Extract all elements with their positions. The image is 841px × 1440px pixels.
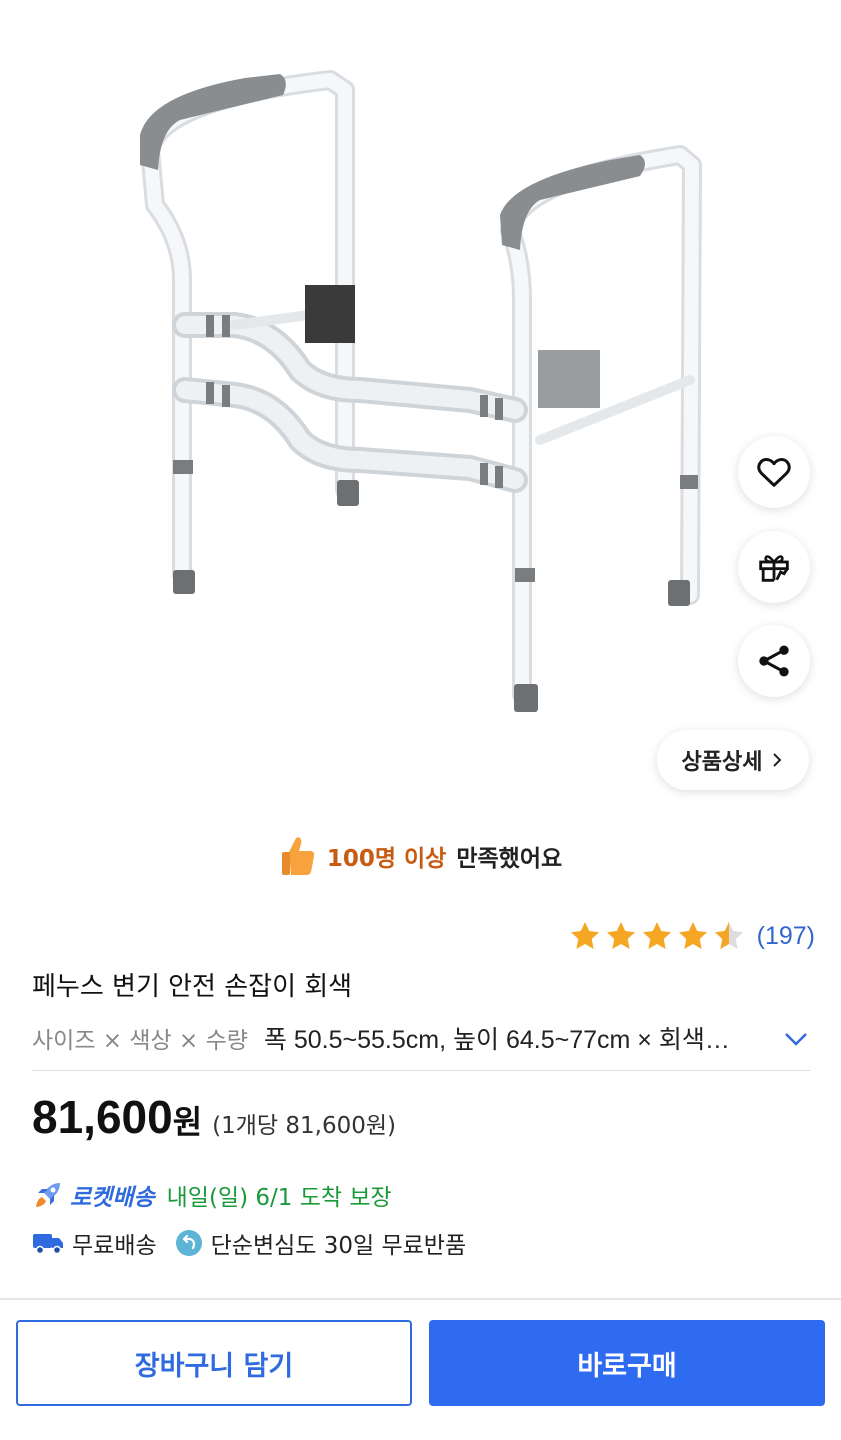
satisfaction-text: 만족했어요 xyxy=(456,846,563,872)
star-icon xyxy=(606,922,635,949)
buy-now-button[interactable]: 바로구매 xyxy=(429,1320,825,1406)
free-shipping-text: 무료배송 xyxy=(72,1233,157,1259)
review-count[interactable]: (197) xyxy=(757,922,815,951)
thumbs-up-icon xyxy=(281,837,315,875)
truck-icon xyxy=(33,1234,63,1255)
star-icon xyxy=(570,922,599,949)
gift-icon xyxy=(759,555,789,582)
rating[interactable]: (197) xyxy=(569,915,815,957)
product-detail-button[interactable]: 상품상세 xyxy=(657,730,809,790)
share-icon xyxy=(759,645,789,677)
star-icon xyxy=(642,922,671,949)
shipping-info-row: 무료배송 단순변심도 30일 무료반품 xyxy=(32,1226,466,1260)
chevron-down-icon xyxy=(785,1033,807,1046)
price-row: 81,600 원 (1개당 81,600원) xyxy=(32,1090,396,1144)
rocket-delivery-label: 로켓배송 xyxy=(70,1185,155,1211)
product-image[interactable] xyxy=(0,0,841,800)
chevron-right-icon xyxy=(773,753,782,767)
wishlist-button[interactable] xyxy=(738,436,810,508)
share-button[interactable] xyxy=(738,625,810,697)
satisfaction-count: 100명 이상 xyxy=(326,846,447,872)
rocket-icon xyxy=(36,1183,60,1207)
star-icon xyxy=(678,922,707,949)
free-shipping: 무료배송 xyxy=(32,1226,157,1260)
purchase-bar: 장바구니 담기 바로구매 xyxy=(0,1298,841,1440)
star-rating xyxy=(570,922,743,949)
unit-price: (1개당 81,600원) xyxy=(212,1113,397,1139)
heart-icon xyxy=(757,458,791,487)
price-currency: 원 xyxy=(172,1103,203,1141)
option-value: 폭 50.5~55.5cm, 높이 64.5~77cm × 회색 × 1개 xyxy=(263,1026,734,1054)
product-detail-label: 상품상세 xyxy=(681,750,763,775)
add-to-cart-button[interactable]: 장바구니 담기 xyxy=(16,1320,412,1406)
product-title: 페누스 변기 안전 손잡이 회색 xyxy=(32,972,353,1002)
return-icon xyxy=(175,1230,202,1256)
satisfaction-banner: 100명 이상 만족했어요 xyxy=(0,826,841,886)
return-policy: 단순변심도 30일 무료반품 xyxy=(175,1226,467,1260)
option-label: 사이즈 × 색상 × 수량 xyxy=(32,1028,248,1054)
rocket-delivery-row: 로켓배송 내일(일) 6/1 도착 보장 xyxy=(32,1178,392,1212)
divider xyxy=(32,1070,810,1071)
price-amount: 81,600 xyxy=(32,1091,173,1143)
gift-button[interactable] xyxy=(738,531,810,603)
return-policy-text: 단순변심도 30일 무료반품 xyxy=(210,1233,467,1259)
option-selector[interactable]: 사이즈 × 색상 × 수량 폭 50.5~55.5cm, 높이 64.5~77c… xyxy=(32,1016,810,1060)
delivery-eta: 내일(일) 6/1 도착 보장 xyxy=(166,1185,392,1211)
